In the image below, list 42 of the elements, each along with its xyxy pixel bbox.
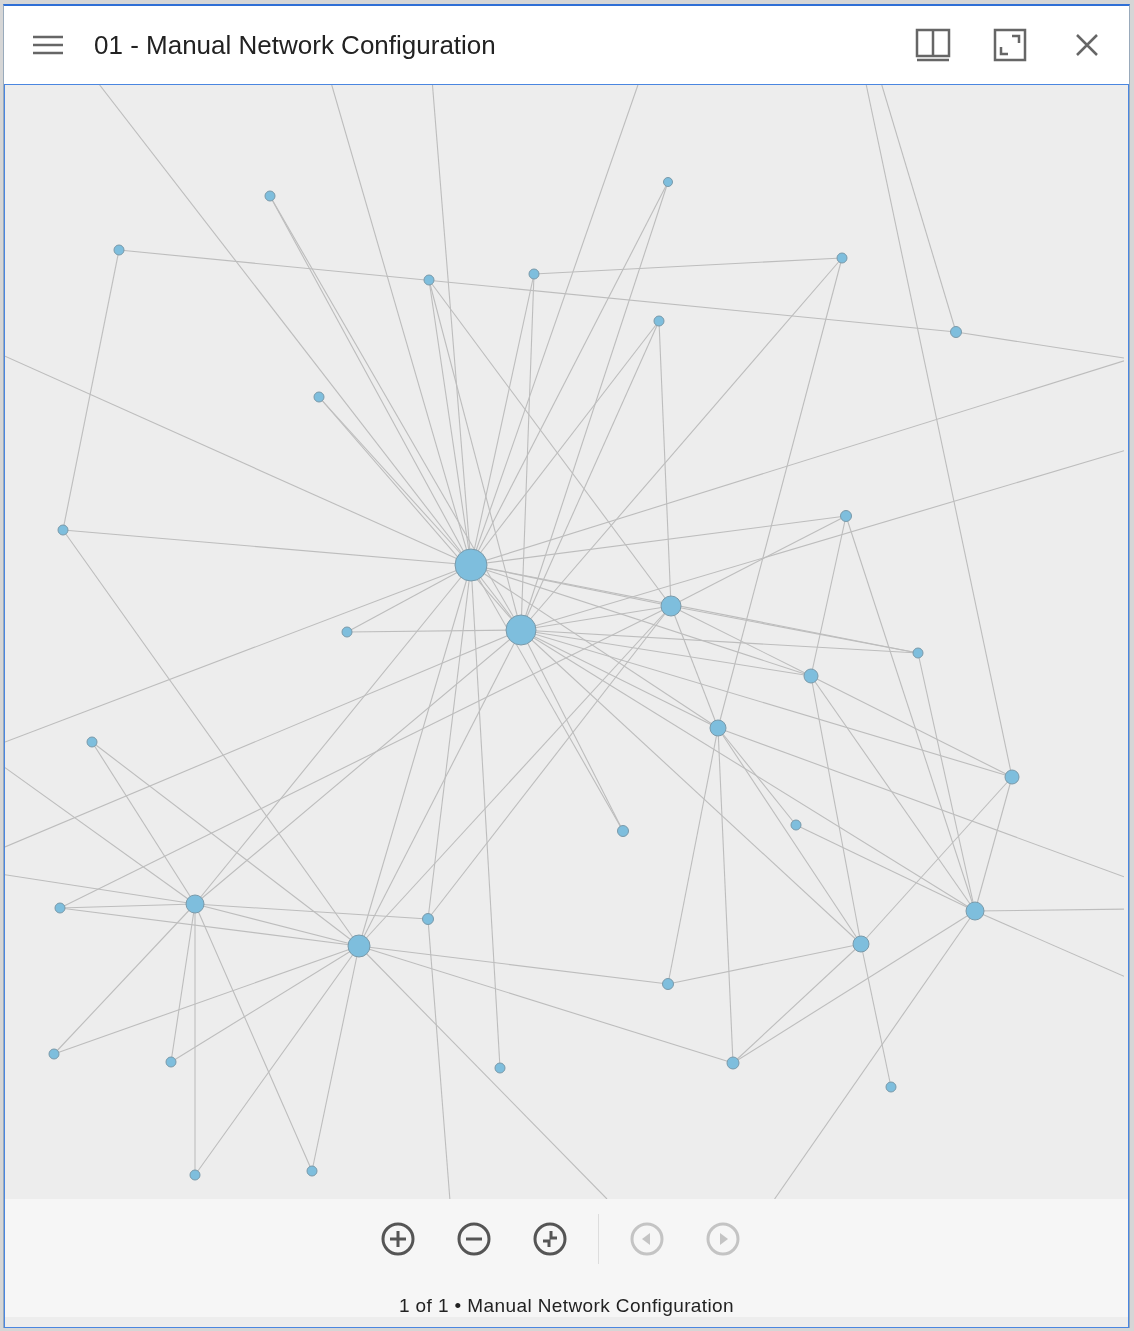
graph-node bbox=[313, 391, 325, 403]
graph-node bbox=[852, 935, 870, 953]
split-view-icon[interactable] bbox=[915, 28, 951, 62]
graph-node bbox=[422, 913, 434, 925]
graph-node bbox=[617, 825, 629, 837]
graph-node bbox=[726, 1056, 740, 1070]
graph-node bbox=[709, 719, 727, 737]
graph-node bbox=[663, 177, 673, 187]
graph-node bbox=[306, 1165, 318, 1177]
graph-node bbox=[189, 1169, 201, 1181]
graph-node bbox=[662, 978, 674, 990]
graph-node bbox=[950, 326, 962, 338]
graph-node bbox=[912, 647, 924, 659]
menu-icon[interactable] bbox=[33, 35, 63, 55]
fullscreen-icon[interactable] bbox=[993, 28, 1027, 62]
graph-node bbox=[528, 268, 540, 280]
graph-node bbox=[165, 1056, 177, 1068]
graph-node bbox=[885, 1081, 897, 1093]
graph-node bbox=[840, 510, 852, 522]
graph-node bbox=[264, 190, 276, 202]
graph-node bbox=[57, 524, 69, 536]
graph-node bbox=[347, 934, 371, 958]
graph-node bbox=[86, 736, 98, 748]
window-title: 01 - Manual Network Configuration bbox=[94, 29, 496, 61]
graph-node bbox=[505, 614, 537, 646]
graph-node bbox=[454, 548, 488, 582]
graph-node bbox=[54, 902, 66, 914]
close-icon[interactable] bbox=[1075, 33, 1099, 57]
graph-node bbox=[341, 626, 353, 638]
graph-node bbox=[836, 252, 848, 264]
graph-node bbox=[653, 315, 665, 327]
graph-node bbox=[1004, 769, 1020, 785]
graph-node bbox=[965, 901, 985, 921]
graph-node bbox=[48, 1048, 60, 1060]
graph-node bbox=[790, 819, 802, 831]
graph-node bbox=[423, 274, 435, 286]
graph-node bbox=[185, 894, 205, 914]
graph-node bbox=[660, 595, 682, 617]
graph-node bbox=[803, 668, 819, 684]
graph-node bbox=[113, 244, 125, 256]
page-caption: 1 of 1 • Manual Network Configuration bbox=[398, 1295, 735, 1317]
graph-node bbox=[494, 1062, 506, 1074]
